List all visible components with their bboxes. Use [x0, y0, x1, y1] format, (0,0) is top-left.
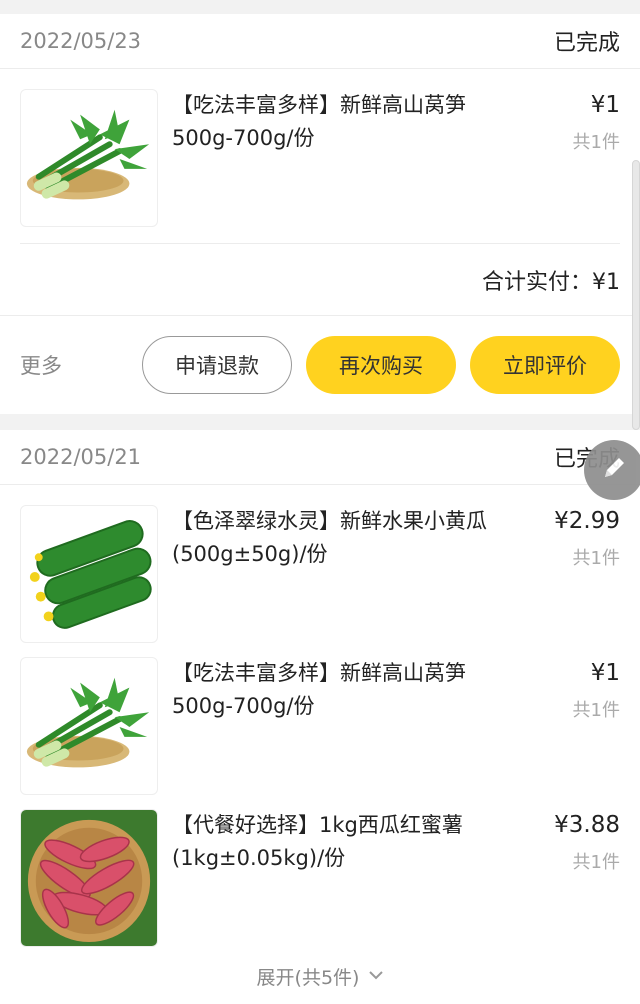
item-quantity: 共1件	[572, 132, 620, 153]
scrollbar[interactable]	[632, 160, 640, 430]
expand-items-button[interactable]: 展开(共5件)	[0, 941, 640, 1004]
order-date: 2022/05/21	[20, 445, 142, 469]
item-price-block: ¥1 共1件	[530, 89, 620, 221]
order-card: 2022/05/21 已完成 【色泽翠绿水灵】新鲜水果小黄瓜 (500g±50g…	[0, 430, 640, 1004]
item-quantity: 共1件	[572, 852, 620, 873]
item-price-block: ¥1 共1件	[530, 657, 620, 789]
item-quantity: 共1件	[572, 548, 620, 569]
lettuce-image	[20, 657, 158, 795]
lettuce-image	[20, 89, 158, 227]
refund-button[interactable]: 申请退款	[142, 336, 292, 394]
item-price: ¥1	[590, 92, 620, 118]
card-gap	[0, 414, 640, 430]
order-header: 2022/05/21 已完成	[0, 430, 640, 485]
edit-button[interactable]	[584, 440, 640, 500]
item-price: ¥3.88	[554, 812, 620, 838]
order-status: 已完成	[553, 31, 620, 56]
order-item[interactable]: 【色泽翠绿水灵】新鲜水果小黄瓜 (500g±50g)/份 ¥2.99 共1件	[0, 485, 640, 643]
rebuy-button[interactable]: 再次购买	[306, 336, 456, 394]
edit-icon	[599, 453, 629, 487]
item-title: 【吃法丰富多样】新鲜高山莴笋500g-700g/份	[172, 93, 466, 150]
review-button[interactable]: 立即评价	[470, 336, 620, 394]
order-card: 2022/05/23 已完成 【吃法丰富多样】新鲜高山莴笋500g-700g/份…	[0, 14, 640, 414]
order-item[interactable]: 【吃法丰富多样】新鲜高山莴笋500g-700g/份 ¥1 共1件	[0, 69, 640, 227]
item-quantity: 共1件	[572, 700, 620, 721]
item-title: 【代餐好选择】1kg西瓜红蜜薯(1kg±0.05kg)/份	[172, 813, 463, 870]
order-item[interactable]: 【代餐好选择】1kg西瓜红蜜薯(1kg±0.05kg)/份 ¥3.88 共1件	[0, 789, 640, 947]
more-link[interactable]: 更多	[20, 350, 128, 380]
cucumber-image	[20, 505, 158, 643]
order-item[interactable]: 【吃法丰富多样】新鲜高山莴笋500g-700g/份 ¥1 共1件	[0, 637, 640, 795]
order-total: 合计实付：¥1	[0, 244, 640, 316]
chevron-down-icon	[369, 968, 384, 984]
item-title: 【吃法丰富多样】新鲜高山莴笋500g-700g/份	[172, 661, 466, 718]
sweet-potato-image	[20, 809, 158, 947]
order-actions: 更多 申请退款 再次购买 立即评价	[0, 316, 640, 414]
item-title: 【色泽翠绿水灵】新鲜水果小黄瓜 (500g±50g)/份	[172, 509, 487, 566]
item-price-block: ¥2.99 共1件	[530, 505, 620, 637]
item-price: ¥2.99	[554, 508, 620, 534]
item-price: ¥1	[590, 660, 620, 686]
expand-label: 展开(共5件)	[256, 966, 360, 989]
order-date: 2022/05/23	[20, 29, 142, 53]
top-strip	[0, 0, 640, 14]
order-header: 2022/05/23 已完成	[0, 14, 640, 69]
item-price-block: ¥3.88 共1件	[530, 809, 620, 941]
